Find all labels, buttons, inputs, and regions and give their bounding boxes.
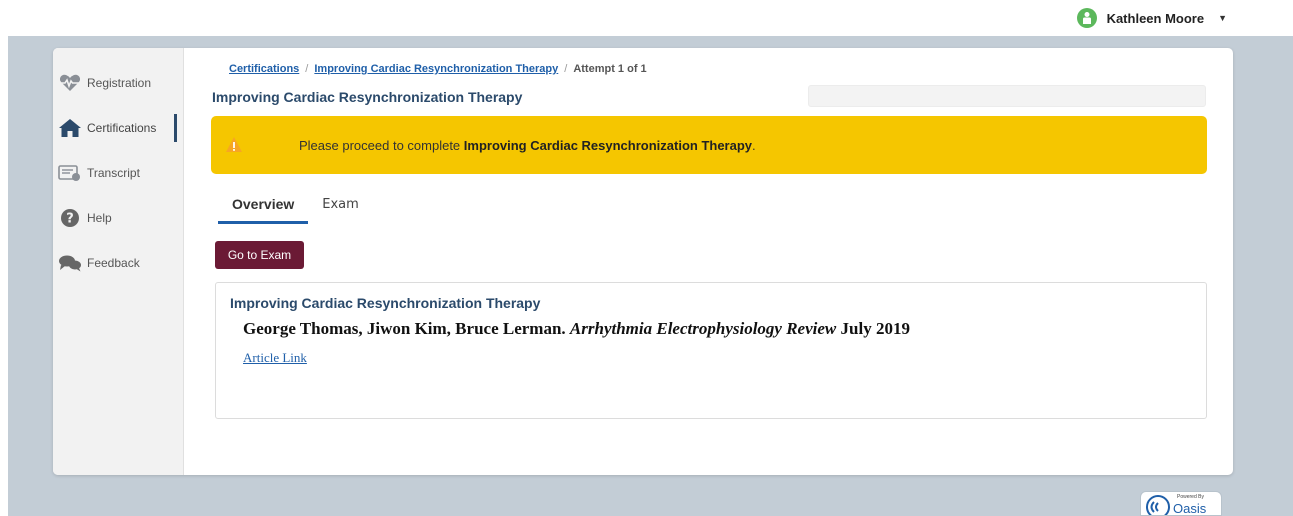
alert-prefix: Please proceed to complete	[299, 137, 464, 153]
user-avatar-icon	[1076, 8, 1097, 28]
citation: George Thomas, Jiwon Kim, Bruce Lerman. …	[243, 319, 910, 339]
main-content: Certifications / Improving Cardiac Resynch…	[184, 48, 1233, 475]
breadcrumb-link-certifications[interactable]: Certifications	[229, 63, 299, 75]
tab-bar: Overview Exam	[218, 196, 373, 224]
help-icon: ?	[56, 207, 84, 229]
citation-authors: George Thomas, Jiwon Kim, Bruce Lerman.	[243, 319, 570, 338]
top-bar: Kathleen Moore ▼	[0, 0, 1293, 36]
sidebar-item-help[interactable]: ? Help	[53, 203, 184, 233]
sidebar-item-label: Help	[87, 211, 112, 225]
alert-banner: Please proceed to complete Improving Car…	[211, 116, 1207, 174]
active-indicator	[174, 114, 177, 142]
article-link[interactable]: Article Link	[243, 350, 307, 366]
home-icon	[56, 117, 84, 139]
sidebar-item-label: Registration	[87, 76, 152, 90]
sidebar-item-registration[interactable]: Registration	[53, 68, 184, 98]
brand-name: Oasis	[1173, 501, 1207, 516]
sidebar-item-label: Transcript	[87, 166, 140, 180]
sidebar-item-feedback[interactable]: Feedback	[53, 248, 184, 278]
user-menu[interactable]: Kathleen Moore ▼	[1076, 8, 1227, 28]
transcript-icon	[56, 162, 84, 184]
powered-by-badge[interactable]: Powered By Oasis	[1140, 491, 1222, 516]
breadcrumb-separator: /	[564, 63, 568, 75]
breadcrumb-link-certification[interactable]: Improving Cardiac Resynchronization Ther…	[314, 63, 558, 75]
breadcrumb: Certifications / Improving Cardiac Resynch…	[229, 63, 647, 75]
content-title: Improving Cardiac Resynchronization Ther…	[230, 295, 541, 311]
oasis-logo-icon	[1146, 495, 1170, 515]
chevron-down-icon: ▼	[1218, 13, 1227, 23]
feedback-icon	[56, 252, 84, 274]
sidebar-item-label: Certifications	[87, 121, 157, 135]
sidebar-item-label: Feedback	[87, 256, 140, 270]
sidebar: Registration Certifications Transcript ?…	[53, 48, 184, 475]
alert-message: Please proceed to complete Improving Car…	[299, 138, 756, 153]
breadcrumb-separator: /	[305, 63, 309, 75]
powered-by-label: Powered By	[1177, 494, 1204, 500]
overview-panel: Improving Cardiac Resynchronization Ther…	[215, 282, 1207, 419]
breadcrumb-current: Attempt 1 of 1	[573, 63, 647, 75]
sidebar-item-certifications[interactable]: Certifications	[53, 113, 184, 143]
go-to-exam-button[interactable]: Go to Exam	[215, 241, 304, 269]
heartbeat-icon	[56, 72, 84, 94]
page-title: Improving Cardiac Resynchronization Ther…	[212, 89, 523, 105]
tab-exam[interactable]: Exam	[308, 196, 373, 224]
citation-date: July 2019	[836, 319, 910, 338]
alert-certification-name: Improving Cardiac Resynchronization Ther…	[463, 137, 753, 153]
user-name: Kathleen Moore	[1106, 10, 1205, 26]
alert-suffix: .	[752, 137, 756, 153]
sidebar-item-transcript[interactable]: Transcript	[53, 158, 184, 188]
tab-overview[interactable]: Overview	[218, 196, 309, 224]
progress-bar	[808, 85, 1206, 107]
svg-text:?: ?	[66, 212, 74, 227]
warning-icon	[226, 137, 242, 152]
citation-journal: Arrhythmia Electrophysiology Review	[569, 319, 837, 338]
main-card: Registration Certifications Transcript ?…	[53, 48, 1233, 475]
